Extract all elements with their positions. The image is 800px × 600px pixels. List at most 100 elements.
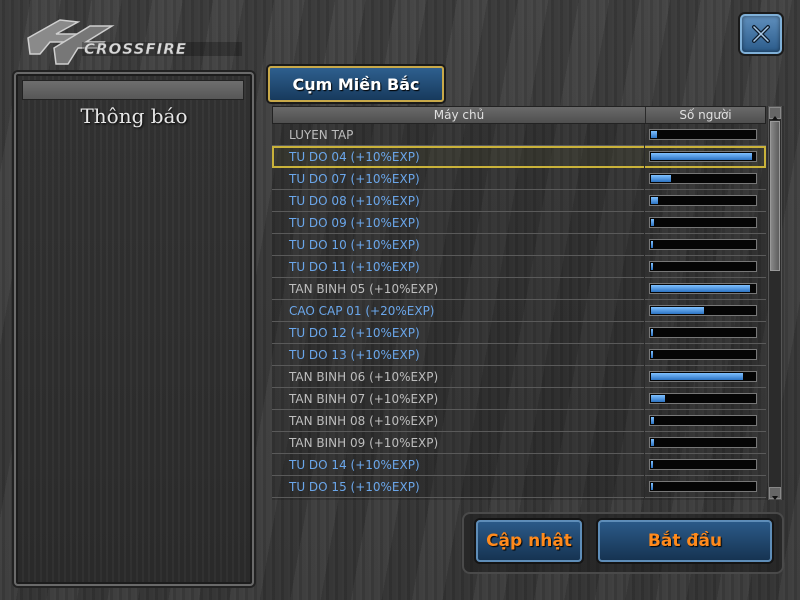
player-count-bar: [649, 261, 757, 272]
player-count-fill: [651, 153, 752, 160]
server-row[interactable]: TU DO 08 (+10%EXP): [272, 190, 766, 212]
column-header-players[interactable]: Số người: [646, 107, 765, 123]
player-count-bar: [649, 151, 757, 162]
column-header-server[interactable]: Máy chủ: [273, 107, 646, 123]
column-separator: [644, 168, 645, 190]
server-name: TAN BINH 08 (+10%EXP): [289, 414, 439, 428]
column-separator: [644, 256, 645, 278]
column-separator: [644, 344, 645, 366]
scroll-down-button[interactable]: [769, 487, 781, 500]
server-rows: LUYEN TAP TU DO 04 (+10%EXP) TU DO 07 (+10…: [272, 124, 766, 498]
scroll-thumb[interactable]: [770, 121, 780, 271]
server-name: CAO CAP 01 (+20%EXP): [289, 304, 435, 318]
server-name: TAN BINH 09 (+10%EXP): [289, 436, 439, 450]
player-count-bar: [649, 371, 757, 382]
server-row[interactable]: TU DO 13 (+10%EXP): [272, 344, 766, 366]
player-count-fill: [651, 373, 743, 380]
server-list: Máy chủ Số người LUYEN TAP TU DO 04 (+10%…: [272, 106, 784, 500]
player-count-fill: [651, 131, 657, 138]
player-count-bar: [649, 327, 757, 338]
column-separator: [644, 410, 645, 432]
server-row[interactable]: TU DO 11 (+10%EXP): [272, 256, 766, 278]
server-name: LUYEN TAP: [289, 128, 354, 142]
scrollbar[interactable]: [768, 106, 782, 500]
column-separator: [644, 234, 645, 256]
column-separator: [644, 388, 645, 410]
player-count-fill: [651, 483, 653, 490]
server-name: TU DO 04 (+10%EXP): [289, 150, 420, 164]
server-name: TU DO 13 (+10%EXP): [289, 348, 420, 362]
server-row[interactable]: TAN BINH 05 (+10%EXP): [272, 278, 766, 300]
server-name: TU DO 14 (+10%EXP): [289, 458, 420, 472]
server-row[interactable]: TAN BINH 06 (+10%EXP): [272, 366, 766, 388]
server-name: TU DO 09 (+10%EXP): [289, 216, 420, 230]
logo-text: CROSSFIRE: [84, 40, 187, 58]
notice-title: Thông báo: [80, 104, 188, 128]
server-row[interactable]: TU DO 07 (+10%EXP): [272, 168, 766, 190]
server-row[interactable]: CAO CAP 01 (+20%EXP): [272, 300, 766, 322]
server-name: TU DO 15 (+10%EXP): [289, 480, 420, 494]
player-count-fill: [651, 351, 653, 358]
player-count-fill: [651, 263, 653, 270]
server-name: TU DO 10 (+10%EXP): [289, 238, 420, 252]
player-count-bar: [649, 217, 757, 228]
server-row[interactable]: TU DO 10 (+10%EXP): [272, 234, 766, 256]
server-list-header: Máy chủ Số người: [272, 106, 766, 124]
server-name: TU DO 07 (+10%EXP): [289, 172, 420, 186]
player-count-fill: [651, 241, 653, 248]
server-name: TAN BINH 05 (+10%EXP): [289, 282, 439, 296]
server-row[interactable]: TAN BINH 07 (+10%EXP): [272, 388, 766, 410]
player-count-fill: [651, 439, 654, 446]
close-button[interactable]: [740, 14, 782, 54]
column-separator: [644, 476, 645, 498]
server-row[interactable]: TU DO 14 (+10%EXP): [272, 454, 766, 476]
server-row[interactable]: TU DO 04 (+10%EXP): [272, 146, 766, 168]
server-name: TAN BINH 07 (+10%EXP): [289, 392, 439, 406]
player-count-fill: [651, 285, 750, 292]
player-count-bar: [649, 305, 757, 316]
refresh-button[interactable]: Cập nhật: [476, 520, 582, 562]
crossfire-logo: CROSSFIRE: [27, 19, 242, 65]
player-count-fill: [651, 307, 704, 314]
column-separator: [644, 432, 645, 454]
close-icon: [752, 25, 770, 43]
player-count-bar: [649, 283, 757, 294]
server-row[interactable]: TAN BINH 08 (+10%EXP): [272, 410, 766, 432]
player-count-bar: [649, 393, 757, 404]
column-separator: [644, 124, 645, 146]
player-count-fill: [651, 461, 653, 468]
server-row[interactable]: TU DO 09 (+10%EXP): [272, 212, 766, 234]
player-count-fill: [651, 175, 671, 182]
player-count-bar: [649, 239, 757, 250]
player-count-bar: [649, 129, 757, 140]
server-name: TU DO 11 (+10%EXP): [289, 260, 420, 274]
arrow-down-icon: [772, 496, 778, 500]
player-count-bar: [649, 459, 757, 470]
player-count-bar: [649, 349, 757, 360]
player-count-fill: [651, 329, 653, 336]
server-row[interactable]: TAN BINH 09 (+10%EXP): [272, 432, 766, 454]
server-row[interactable]: TU DO 15 (+10%EXP): [272, 476, 766, 498]
player-count-fill: [651, 219, 654, 226]
notice-panel: Thông báo: [14, 72, 254, 586]
server-row[interactable]: TU DO 12 (+10%EXP): [272, 322, 766, 344]
player-count-bar: [649, 481, 757, 492]
player-count-bar: [649, 437, 757, 448]
scroll-up-button[interactable]: [769, 107, 781, 120]
server-name: TAN BINH 06 (+10%EXP): [289, 370, 439, 384]
column-separator: [644, 454, 645, 476]
player-count-fill: [651, 395, 665, 402]
player-count-fill: [651, 417, 654, 424]
region-button[interactable]: Cụm Miền Bắc: [268, 66, 444, 102]
player-count-bar: [649, 173, 757, 184]
server-name: TU DO 08 (+10%EXP): [289, 194, 420, 208]
player-count-fill: [651, 197, 658, 204]
column-separator: [644, 278, 645, 300]
server-row[interactable]: LUYEN TAP: [272, 124, 766, 146]
column-separator: [644, 366, 645, 388]
column-separator: [644, 146, 645, 168]
start-button[interactable]: Bắt đầu: [598, 520, 772, 562]
notice-header-strip: [22, 80, 244, 100]
column-separator: [644, 322, 645, 344]
column-separator: [644, 212, 645, 234]
